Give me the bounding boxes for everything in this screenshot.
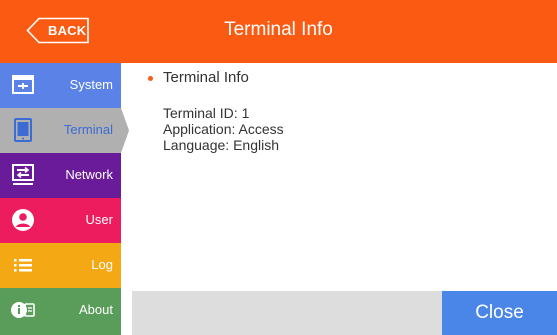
content-panel: Terminal Info Terminal ID: 1 Application… — [132, 63, 557, 291]
info-line-application: Application: Access — [163, 121, 284, 137]
terminal-info-list: Terminal ID: 1 Application: Access Langu… — [163, 105, 284, 153]
info-line-language: Language: English — [163, 137, 279, 153]
info-icon — [11, 302, 35, 318]
footer-bar — [132, 291, 442, 335]
sidebar-item-user[interactable]: User — [0, 198, 121, 243]
sidebar-item-log[interactable]: Log — [0, 243, 121, 288]
sidebar-item-label: Network — [65, 167, 113, 182]
sidebar-item-terminal[interactable]: Terminal — [0, 108, 129, 153]
sidebar-item-label: Terminal — [63, 122, 113, 137]
system-window-icon — [12, 75, 34, 94]
sidebar-item-system[interactable]: System — [0, 63, 121, 108]
sidebar-item-label: User — [85, 212, 113, 227]
sidebar: System Terminal Network User Log About — [0, 63, 129, 335]
list-icon — [14, 259, 32, 272]
info-line-terminal-id: Terminal ID: 1 — [163, 105, 250, 121]
sidebar-item-label: Log — [91, 257, 113, 272]
sidebar-item-network[interactable]: Network — [0, 153, 121, 198]
header-bar: BACK Terminal Info — [0, 0, 557, 63]
tablet-icon — [14, 118, 32, 142]
user-icon — [12, 209, 34, 231]
sidebar-item-label: About — [79, 302, 113, 317]
sidebar-item-label: System — [69, 77, 113, 92]
network-transfer-icon — [12, 164, 34, 185]
section-title: Terminal Info — [163, 69, 249, 86]
page-title: Terminal Info — [224, 19, 333, 40]
close-button[interactable]: Close — [442, 291, 557, 335]
sidebar-item-about[interactable]: About — [0, 288, 121, 335]
bullet-icon — [148, 76, 153, 81]
